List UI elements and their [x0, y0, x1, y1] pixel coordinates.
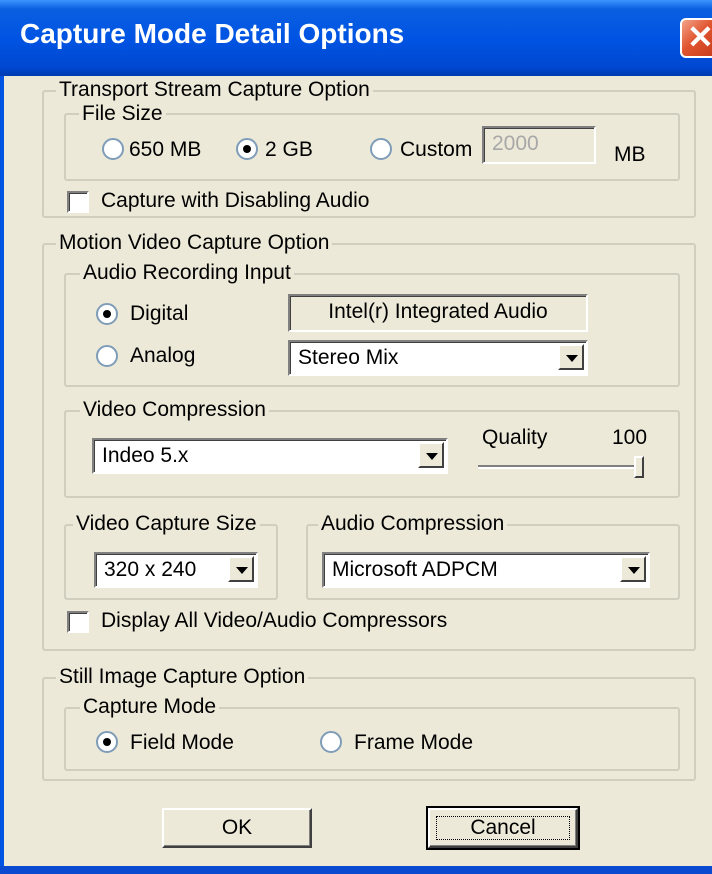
- quality-slider-thumb[interactable]: [634, 456, 644, 478]
- radio-2gb[interactable]: [236, 138, 258, 160]
- cancel-button[interactable]: Cancel: [426, 806, 580, 850]
- audio-source-dropdown[interactable]: Stereo Mix: [288, 340, 588, 376]
- audio-compression-title: Audio Compression: [318, 511, 508, 537]
- window-frame-bottom: [0, 866, 712, 874]
- radio-2gb-label: 2 GB: [265, 138, 313, 161]
- video-capture-size-title: Video Capture Size: [73, 511, 260, 537]
- radio-frame-mode[interactable]: [320, 731, 342, 753]
- ok-button[interactable]: OK: [162, 808, 312, 848]
- audio-input-title: Audio Recording Input: [80, 260, 294, 286]
- window-frame-left: [0, 76, 4, 866]
- chevron-down-icon[interactable]: [228, 556, 254, 582]
- disable-audio-label: Capture with Disabling Audio: [101, 189, 370, 212]
- quality-value: 100: [612, 426, 648, 449]
- audio-device-field: Intel(r) Integrated Audio: [288, 294, 588, 332]
- radio-analog-label: Analog: [130, 344, 196, 367]
- transport-stream-title: Transport Stream Capture Option: [56, 77, 373, 103]
- radio-650mb-label: 650 MB: [129, 138, 202, 161]
- capture-mode-dialog: Capture Mode Detail Options ✕ Transport …: [0, 0, 712, 874]
- file-size-title: File Size: [79, 101, 166, 127]
- audio-source-value: Stereo Mix: [298, 346, 399, 369]
- audio-compression-value: Microsoft ADPCM: [332, 558, 498, 581]
- radio-frame-mode-label: Frame Mode: [354, 731, 474, 754]
- disable-audio-checkbox[interactable]: [67, 191, 89, 213]
- chevron-down-icon[interactable]: [418, 442, 444, 468]
- still-image-title: Still Image Capture Option: [56, 664, 309, 690]
- motion-video-title: Motion Video Capture Option: [56, 230, 333, 256]
- radio-digital[interactable]: [96, 303, 118, 325]
- video-codec-value: Indeo 5.x: [102, 444, 189, 467]
- radio-custom-label: Custom: [400, 138, 473, 161]
- capture-mode-title: Capture Mode: [80, 694, 220, 720]
- video-codec-dropdown[interactable]: Indeo 5.x: [92, 438, 448, 474]
- close-icon: ✕: [687, 19, 712, 55]
- audio-compression-dropdown[interactable]: Microsoft ADPCM: [322, 552, 650, 588]
- video-capture-size-dropdown[interactable]: 320 x 240: [94, 552, 258, 588]
- window-title: Capture Mode Detail Options: [20, 18, 405, 49]
- radio-650mb[interactable]: [102, 138, 124, 160]
- custom-size-input[interactable]: 2000: [482, 126, 596, 164]
- quality-slider-track[interactable]: [478, 465, 644, 469]
- display-all-checkbox[interactable]: [67, 611, 89, 633]
- focus-rectangle: [436, 816, 570, 840]
- radio-analog[interactable]: [96, 345, 118, 367]
- video-compression-title: Video Compression: [80, 397, 269, 423]
- radio-custom[interactable]: [370, 138, 392, 160]
- radio-field-mode[interactable]: [96, 731, 118, 753]
- chevron-down-icon[interactable]: [558, 344, 584, 370]
- close-button[interactable]: ✕: [680, 18, 712, 58]
- chevron-down-icon[interactable]: [620, 556, 646, 582]
- custom-size-unit: MB: [614, 143, 646, 166]
- ok-button-label: OK: [221, 816, 253, 839]
- radio-digital-label: Digital: [130, 302, 189, 325]
- video-capture-size-value: 320 x 240: [104, 558, 197, 581]
- radio-field-mode-label: Field Mode: [130, 731, 234, 754]
- quality-label: Quality: [482, 426, 548, 449]
- title-bar[interactable]: Capture Mode Detail Options ✕: [0, 0, 712, 76]
- display-all-label: Display All Video/Audio Compressors: [101, 609, 448, 632]
